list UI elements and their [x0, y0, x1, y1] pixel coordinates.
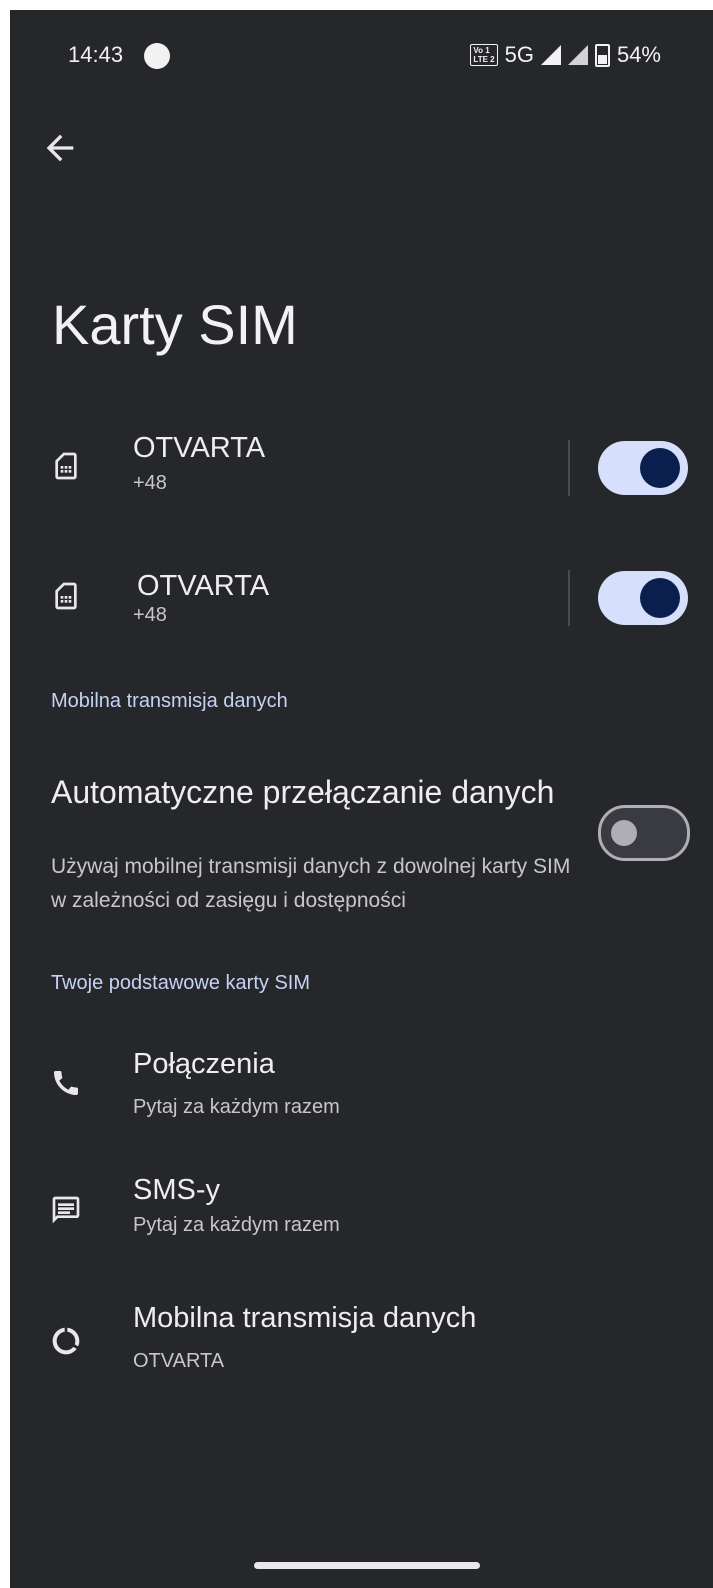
sim-card-icon — [55, 582, 77, 610]
data-title: Mobilna transmisja danych — [133, 1302, 477, 1334]
divider — [568, 440, 570, 496]
sms-title: SMS-y — [133, 1174, 220, 1206]
volte-line1: Vo 1 — [473, 46, 490, 55]
battery-icon — [594, 43, 610, 67]
auto-data-switch-toggle[interactable] — [598, 805, 690, 861]
status-icons: Vo 1 LTE 2 5G 54% — [470, 42, 661, 68]
data-preference-row[interactable]: Mobilna transmisja danych OTVARTA — [10, 1290, 713, 1390]
signal-sim2-icon — [567, 45, 588, 65]
sim-2-toggle[interactable] — [598, 571, 688, 625]
toggle-knob — [611, 820, 637, 846]
section-header-mobile-data: Mobilna transmisja danych — [51, 690, 288, 712]
sim-number: +48 — [133, 472, 167, 494]
screen: 14:43 Vo 1 LTE 2 5G 54% Karty SIM OTVART… — [10, 10, 713, 1588]
page-title: Karty SIM — [52, 293, 298, 356]
sim-row-1[interactable]: OTVARTA +48 — [10, 420, 713, 530]
calls-preference-row[interactable]: Połączenia Pytaj za każdym razem — [10, 1030, 713, 1140]
sim-row-2[interactable]: OTVARTA +48 — [10, 550, 713, 660]
notification-dot-icon — [144, 43, 170, 69]
sim-1-toggle[interactable] — [598, 441, 688, 495]
status-time: 14:43 — [68, 42, 124, 67]
sim-number: +48 — [133, 604, 167, 626]
battery-percent: 54% — [616, 42, 661, 67]
sim-name: OTVARTA — [133, 432, 266, 464]
back-arrow-icon[interactable] — [40, 128, 80, 168]
sms-preference-row[interactable]: SMS-y Pytaj za każdym razem — [10, 1160, 713, 1260]
message-icon — [52, 1196, 80, 1224]
status-bar: 14:43 Vo 1 LTE 2 5G 54% — [10, 42, 713, 82]
sim-card-icon — [55, 452, 77, 480]
signal-sim1-icon — [540, 45, 561, 65]
calls-value: Pytaj za każdym razem — [133, 1096, 340, 1118]
toggle-knob — [640, 578, 680, 618]
phone-icon — [54, 1071, 78, 1095]
home-indicator[interactable] — [254, 1562, 480, 1569]
section-header-primary-sims: Twoje podstawowe karty SIM — [51, 972, 310, 994]
sms-value: Pytaj za każdym razem — [133, 1214, 340, 1236]
network-type: 5G — [504, 42, 534, 67]
calls-title: Połączenia — [133, 1048, 275, 1080]
toggle-knob — [640, 448, 680, 488]
sim-name: OTVARTA — [137, 570, 270, 602]
volte-line2: LTE 2 — [473, 55, 495, 64]
volte-icon: Vo 1 LTE 2 — [470, 44, 498, 66]
auto-data-switch-title: Automatyczne przełączanie danych — [51, 774, 555, 810]
data-circle-icon — [52, 1327, 80, 1355]
divider — [568, 570, 570, 626]
data-value: OTVARTA — [133, 1350, 225, 1372]
auto-data-switch-summary: Używaj mobilnej transmisji danych z dowo… — [51, 855, 571, 912]
